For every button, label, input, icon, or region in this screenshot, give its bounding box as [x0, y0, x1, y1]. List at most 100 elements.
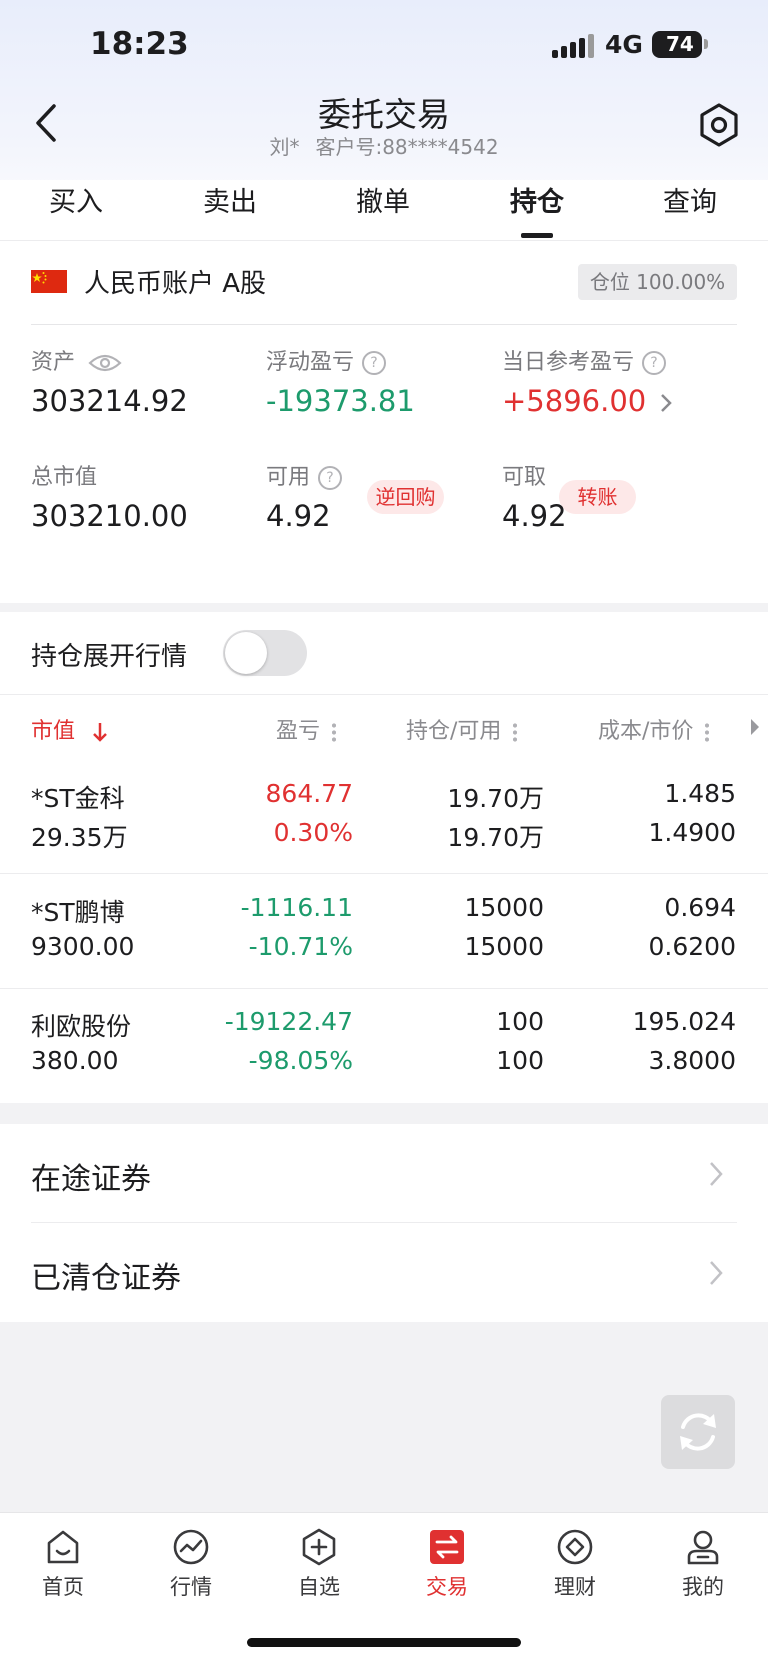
status-time: 18:23 [90, 26, 189, 62]
nav-wealth-label: 理财 [554, 1575, 596, 1599]
position-ratio-badge: 仓位 100.00% [578, 264, 737, 300]
in-transit-securities-link[interactable]: 在途证券 [0, 1124, 768, 1223]
table-row[interactable]: *ST金科 29.35万 864.77 0.30% 19.70万 19.70万 … [0, 765, 768, 879]
user-name: 刘* [269, 135, 300, 159]
battery-level: 74 [666, 32, 694, 56]
page-title: 委托交易 [318, 95, 450, 134]
day-pl-value-text: +5896.00 [502, 384, 647, 418]
nav-market[interactable]: 行情 [131, 1527, 251, 1601]
chevron-right-icon [710, 1162, 723, 1186]
stock-available: 15000 [464, 932, 544, 961]
tab-buy[interactable]: 买入 [21, 180, 131, 219]
stock-pl: 864.77 [265, 779, 353, 808]
available-label: 可用? [266, 459, 343, 491]
refresh-icon [680, 1413, 716, 1451]
nav-market-label: 行情 [170, 1575, 212, 1599]
day-pl-label: 当日参考盈亏? [502, 344, 667, 376]
nav-home-label: 首页 [42, 1575, 84, 1599]
tab-query[interactable]: 查询 [635, 180, 745, 219]
header-cost-text: 成本/市价 [598, 719, 694, 744]
china-flag-icon [31, 270, 67, 293]
stock-price: 3.8000 [648, 1046, 736, 1075]
settings-icon[interactable] [696, 102, 742, 148]
network-type: 4G [605, 30, 643, 59]
stock-position: 19.70万 [447, 784, 544, 813]
cleared-securities-link[interactable]: 已清仓证券 [0, 1223, 768, 1321]
more-dots-icon [513, 722, 518, 742]
stock-market-value: 9300.00 [31, 932, 135, 961]
stock-name: 利欧股份 [31, 1012, 132, 1041]
signal-icon [552, 34, 594, 58]
header-pl[interactable]: 盈亏 [276, 713, 337, 745]
help-icon[interactable]: ? [318, 466, 343, 490]
stock-pl: -1116.11 [240, 893, 353, 922]
market-value-label: 总市值 [31, 465, 98, 490]
header-cost[interactable]: 成本/市价 [598, 713, 710, 745]
float-pl-label: 浮动盈亏? [266, 344, 387, 376]
available-label-text: 可用 [266, 465, 311, 490]
account-subtitle: 刘* 客户号:88****4542 [0, 131, 768, 160]
header-position[interactable]: 持仓/可用 [406, 713, 518, 745]
expand-quote-toggle[interactable] [223, 630, 307, 676]
stock-market-value: 29.35万 [31, 823, 128, 852]
home-indicator[interactable] [247, 1638, 521, 1647]
stock-name: *ST金科 [31, 784, 125, 813]
table-row[interactable]: *ST鹏博 9300.00 -1116.11 -10.71% 15000 150… [0, 873, 768, 988]
nav-trade[interactable]: 交易 [387, 1527, 507, 1601]
stock-position: 100 [496, 1007, 544, 1036]
market-icon [173, 1529, 209, 1565]
table-row[interactable]: 利欧股份 380.00 -19122.47 -98.05% 100 100 19… [0, 988, 768, 1103]
eye-icon[interactable] [88, 352, 122, 374]
nav-home[interactable]: 首页 [3, 1527, 123, 1601]
expand-quote-label: 持仓展开行情 [31, 642, 188, 672]
nav-watchlist[interactable]: 自选 [259, 1527, 379, 1601]
more-dots-icon [705, 722, 710, 742]
nav-wealth[interactable]: 理财 [515, 1527, 635, 1601]
stock-position: 15000 [464, 893, 544, 922]
header-position-text: 持仓/可用 [406, 719, 502, 744]
stock-cost: 1.485 [664, 779, 736, 808]
trade-tabs: 买入 卖出 撤单 持仓 查询 [0, 180, 768, 242]
tab-holdings[interactable]: 持仓 [482, 180, 592, 219]
stock-price: 1.4900 [648, 818, 736, 847]
toggle-knob [225, 632, 267, 674]
assets-value: 303214.92 [31, 384, 188, 418]
nav-profile[interactable]: 我的 [643, 1527, 763, 1601]
trade-icon [430, 1530, 464, 1564]
profile-icon [687, 1530, 719, 1565]
stock-name: *ST鹏博 [31, 898, 125, 927]
stock-pl-pct: -10.71% [248, 932, 353, 961]
day-pl-value[interactable]: +5896.00 [502, 384, 673, 418]
customer-number: 客户号:88****4542 [315, 135, 499, 159]
reverse-repo-button[interactable]: 逆回购 [367, 480, 444, 514]
help-icon[interactable]: ? [362, 351, 387, 375]
watchlist-icon [302, 1528, 336, 1566]
wealth-icon [557, 1529, 593, 1565]
divider [31, 324, 737, 325]
float-pl-value: -19373.81 [266, 384, 415, 418]
header-market-value-text: 市值 [31, 719, 76, 744]
refresh-button[interactable] [661, 1395, 735, 1469]
in-transit-label: 在途证券 [31, 1162, 151, 1197]
account-summary-card: 人民币账户 A股 仓位 100.00% 资产 303214.92 浮动盈亏? -… [0, 241, 768, 603]
stock-cost: 195.024 [632, 1007, 736, 1036]
chevron-right-icon [710, 1261, 723, 1285]
help-icon[interactable]: ? [642, 351, 667, 375]
tab-sell[interactable]: 卖出 [175, 180, 285, 219]
tab-cancel[interactable]: 撤单 [328, 180, 438, 219]
chevron-right-icon [661, 394, 673, 412]
stock-market-value: 380.00 [31, 1046, 119, 1075]
nav-trade-label: 交易 [426, 1575, 468, 1599]
cleared-label: 已清仓证券 [31, 1261, 181, 1296]
more-dots-icon [332, 722, 337, 742]
sort-market-value-header[interactable]: 市值 [31, 713, 108, 745]
nav-watchlist-label: 自选 [298, 1575, 340, 1599]
stock-price: 0.6200 [648, 932, 736, 961]
stock-available: 19.70万 [447, 823, 544, 852]
nav-profile-label: 我的 [682, 1575, 724, 1599]
account-name: 人民币账户 A股 [84, 269, 267, 299]
available-value: 4.92 [266, 499, 331, 533]
holdings-table: 市值 盈亏 持仓/可用 成本/市价 *ST金科 29.35万 864.77 0.… [0, 695, 768, 1103]
scroll-right-icon[interactable] [749, 717, 761, 737]
transfer-button[interactable]: 转账 [559, 480, 636, 514]
